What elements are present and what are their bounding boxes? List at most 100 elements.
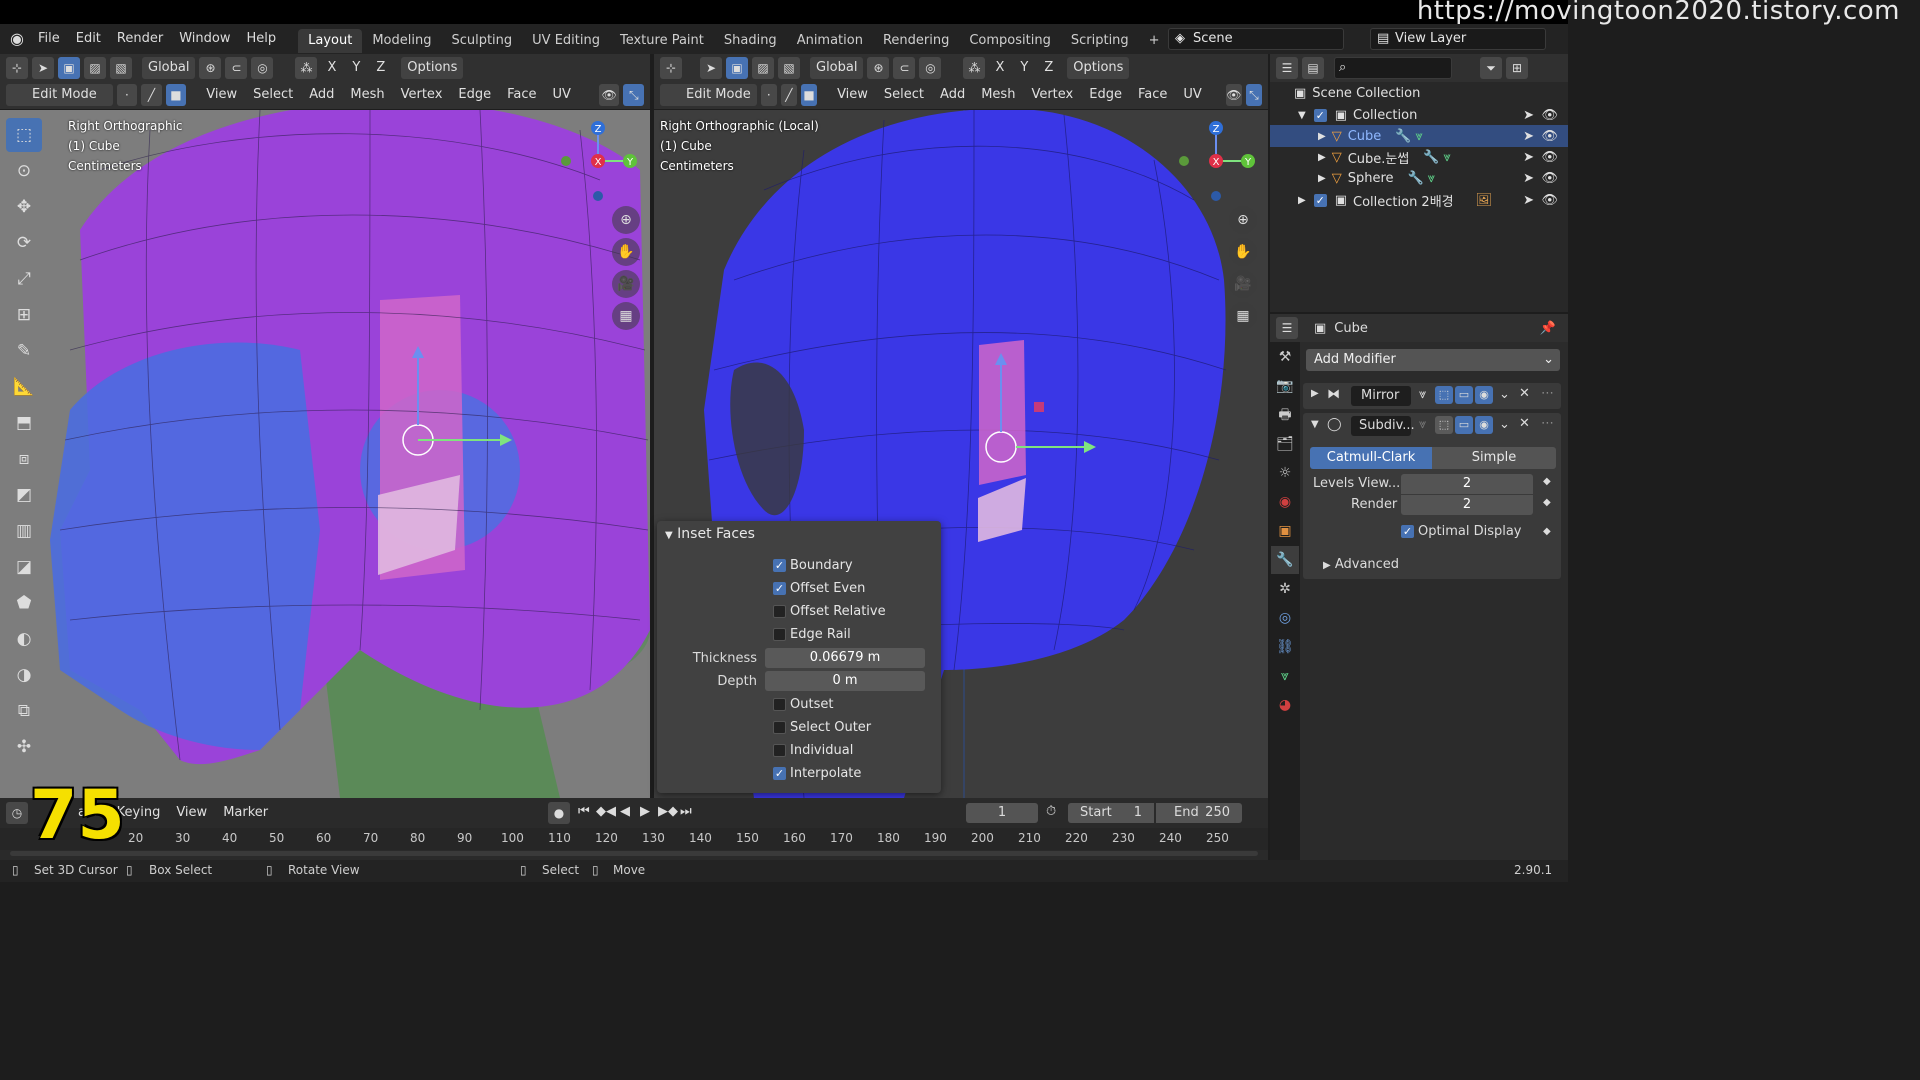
edit-mode-display-icon[interactable]: ⬚ <box>1435 386 1453 404</box>
bevel-tool-icon[interactable]: ◩ <box>6 478 42 512</box>
material-tab-icon[interactable]: ◕ <box>1271 691 1299 719</box>
render-tab-icon[interactable]: 📷 <box>1271 372 1299 400</box>
outliner-editor-icon[interactable]: ☰ <box>1276 57 1298 79</box>
expand-arrow-icon[interactable]: ▶ <box>1298 195 1306 206</box>
viewport-display-icon[interactable]: ▭ <box>1455 386 1473 404</box>
select-box-mode-icon-right[interactable]: ▣ <box>726 57 748 79</box>
zoom-icon-right[interactable]: ⊕ <box>1229 206 1257 234</box>
extrude-tool-icon[interactable]: ⬒ <box>6 406 42 440</box>
filter-icon[interactable]: ⏷ <box>1480 57 1502 79</box>
menu-render[interactable]: Render <box>109 24 171 54</box>
edge-select-icon[interactable]: ╱ <box>141 84 162 106</box>
menu-view[interactable]: View <box>200 84 243 106</box>
subdivision-modifier-panel[interactable]: ▼ ◯ Subdiv... ⩔ ⬚ ▭ ◉ ⌄ ✕ ⋯ Catmull-Clar… <box>1303 413 1561 579</box>
axis-x-toggle-right[interactable]: X <box>989 57 1010 79</box>
loop-cut-tool-icon[interactable]: ▥ <box>6 514 42 548</box>
menu-edge[interactable]: Edge <box>452 84 497 106</box>
advanced-subpanel[interactable]: ▶ Advanced <box>1323 557 1399 572</box>
modifier-tab-icon[interactable]: 🔧 <box>1271 546 1299 574</box>
mirror-name-field[interactable]: Mirror <box>1351 386 1411 406</box>
editor-type-icon[interactable]: ⊹ <box>6 57 28 79</box>
render-display-icon[interactable]: ◉ <box>1475 416 1493 434</box>
eye-icon[interactable]: 👁 <box>1541 150 1558 165</box>
view-layer-selector[interactable]: ▤ View Layer <box>1370 28 1546 50</box>
eye-icon[interactable]: 👁 <box>1541 171 1558 186</box>
axis-z-toggle-right[interactable]: Z <box>1038 57 1059 79</box>
play-icon[interactable]: ▶ <box>640 804 650 819</box>
left-viewport[interactable]: Right Orthographic (1) Cube Centimeters … <box>0 110 650 798</box>
spin-tool-icon[interactable]: ◐ <box>6 622 42 656</box>
camera-icon[interactable]: 🎥 <box>612 270 640 298</box>
menu-uv-right[interactable]: UV <box>1177 84 1207 106</box>
add-modifier-dropdown[interactable]: Add Modifier ⌄ <box>1306 349 1560 371</box>
catmull-clark-button[interactable]: Catmull-Clark <box>1310 447 1432 469</box>
render-display-icon[interactable]: ◉ <box>1475 386 1493 404</box>
menu-window[interactable]: Window <box>171 24 238 54</box>
drag-handle-icon[interactable]: ⋯ <box>1541 416 1554 431</box>
menu-mesh-right[interactable]: Mesh <box>975 84 1021 106</box>
jump-start-icon[interactable]: ⏮ <box>578 804 590 819</box>
tab-scripting[interactable]: Scripting <box>1061 29 1139 53</box>
interpolate-checkbox[interactable]: ✓ Interpolate <box>773 766 861 781</box>
select-extend-icon[interactable]: ▨ <box>84 57 106 79</box>
eye-icon[interactable]: 👁 <box>1541 193 1558 208</box>
menu-edge-right[interactable]: Edge <box>1083 84 1128 106</box>
next-keyframe-icon[interactable]: ▶◆ <box>658 804 678 819</box>
camera-icon-right[interactable]: 🎥 <box>1229 270 1257 298</box>
panel-header[interactable]: ▼ Inset Faces <box>665 526 755 542</box>
axis-y-toggle[interactable]: Y <box>346 57 366 79</box>
tab-sculpting[interactable]: Sculpting <box>441 29 522 53</box>
tab-animation[interactable]: Animation <box>787 29 873 53</box>
timeline-ruler[interactable]: 20 30 40 50 60 70 80 90 100 110 120 130 … <box>0 828 1268 850</box>
shrink-fatten-tool-icon[interactable]: ✣ <box>6 730 42 764</box>
world-tab-icon[interactable]: ◉ <box>1271 488 1299 516</box>
offset-even-checkbox[interactable]: ✓ Offset Even <box>773 581 865 596</box>
prev-keyframe-icon[interactable]: ◆◀ <box>596 804 616 819</box>
rotate-tool-icon[interactable]: ⟳ <box>6 226 42 260</box>
expand-arrow-icon[interactable]: ▶ <box>1318 131 1326 142</box>
expand-arrow-icon[interactable]: ▶ <box>1311 388 1319 399</box>
eye-icon[interactable]: 👁 <box>1541 129 1558 144</box>
cursor-tool-icon[interactable]: ⊙ <box>6 154 42 188</box>
scene-selector[interactable]: ◈ Scene <box>1168 28 1344 50</box>
render-levels-field[interactable]: 2 <box>1401 495 1533 515</box>
pivot-icon[interactable]: ⊛ <box>199 57 222 79</box>
knife-tool-icon[interactable]: ◪ <box>6 550 42 584</box>
menu-help[interactable]: Help <box>238 24 284 54</box>
select-extend-icon-right[interactable]: ▨ <box>752 57 774 79</box>
boundary-checkbox[interactable]: ✓ Boundary <box>773 558 853 573</box>
mirror-modifier-panel[interactable]: ▶ ⧓ Mirror ⩔ ⬚ ▭ ◉ ⌄ ✕ ⋯ <box>1303 383 1561 409</box>
vertex-select-icon[interactable]: · <box>116 84 138 106</box>
mode-dropdown-right[interactable]: Edit Mode <box>660 84 757 106</box>
move-tool-icon[interactable]: ✥ <box>6 190 42 224</box>
drag-handle-icon[interactable]: ⋯ <box>1541 386 1554 401</box>
select-box-tool-icon[interactable]: ⬚ <box>6 118 42 152</box>
pivot-icon-right[interactable]: ⊛ <box>867 57 890 79</box>
menu-face[interactable]: Face <box>501 84 542 106</box>
snap-icon-right[interactable]: ⊂ <box>893 57 916 79</box>
record-icon[interactable]: ● <box>548 802 570 824</box>
current-frame-field[interactable]: 1 <box>966 803 1038 823</box>
navigation-gizmo-left[interactable]: Z Y X <box>556 116 646 216</box>
visibility-icon[interactable]: 👁 <box>598 84 620 106</box>
collapse-arrow-icon[interactable]: ▼ <box>665 530 673 541</box>
frame-range-start[interactable]: Start 1 <box>1068 803 1154 823</box>
remove-modifier-icon[interactable]: ✕ <box>1519 386 1530 401</box>
physics-tab-icon[interactable]: ◎ <box>1271 604 1299 632</box>
properties-editor-icon[interactable]: ☰ <box>1276 317 1298 339</box>
menu-mesh[interactable]: Mesh <box>344 84 390 106</box>
simple-button[interactable]: Simple <box>1432 447 1556 469</box>
blender-logo-icon[interactable]: ◉ <box>0 24 30 54</box>
smooth-tool-icon[interactable]: ◑ <box>6 658 42 692</box>
grid-icon[interactable]: ▦ <box>612 302 640 330</box>
pin-icon[interactable]: 📌 <box>1540 321 1556 336</box>
menu-select-right[interactable]: Select <box>878 84 930 106</box>
visibility-icon-right[interactable]: 👁 <box>1225 84 1242 106</box>
edge-select-icon-right[interactable]: ╱ <box>780 84 797 106</box>
depth-field[interactable]: 0 m <box>765 671 925 691</box>
scene-tab-icon[interactable]: ☼ <box>1271 459 1299 487</box>
overlay-icon-right[interactable]: ⤡ <box>1245 84 1262 106</box>
select-tool-icon-right[interactable]: ➤ <box>700 57 722 79</box>
menu-uv[interactable]: UV <box>547 84 577 106</box>
overlay-icon[interactable]: ⤡ <box>623 84 645 106</box>
